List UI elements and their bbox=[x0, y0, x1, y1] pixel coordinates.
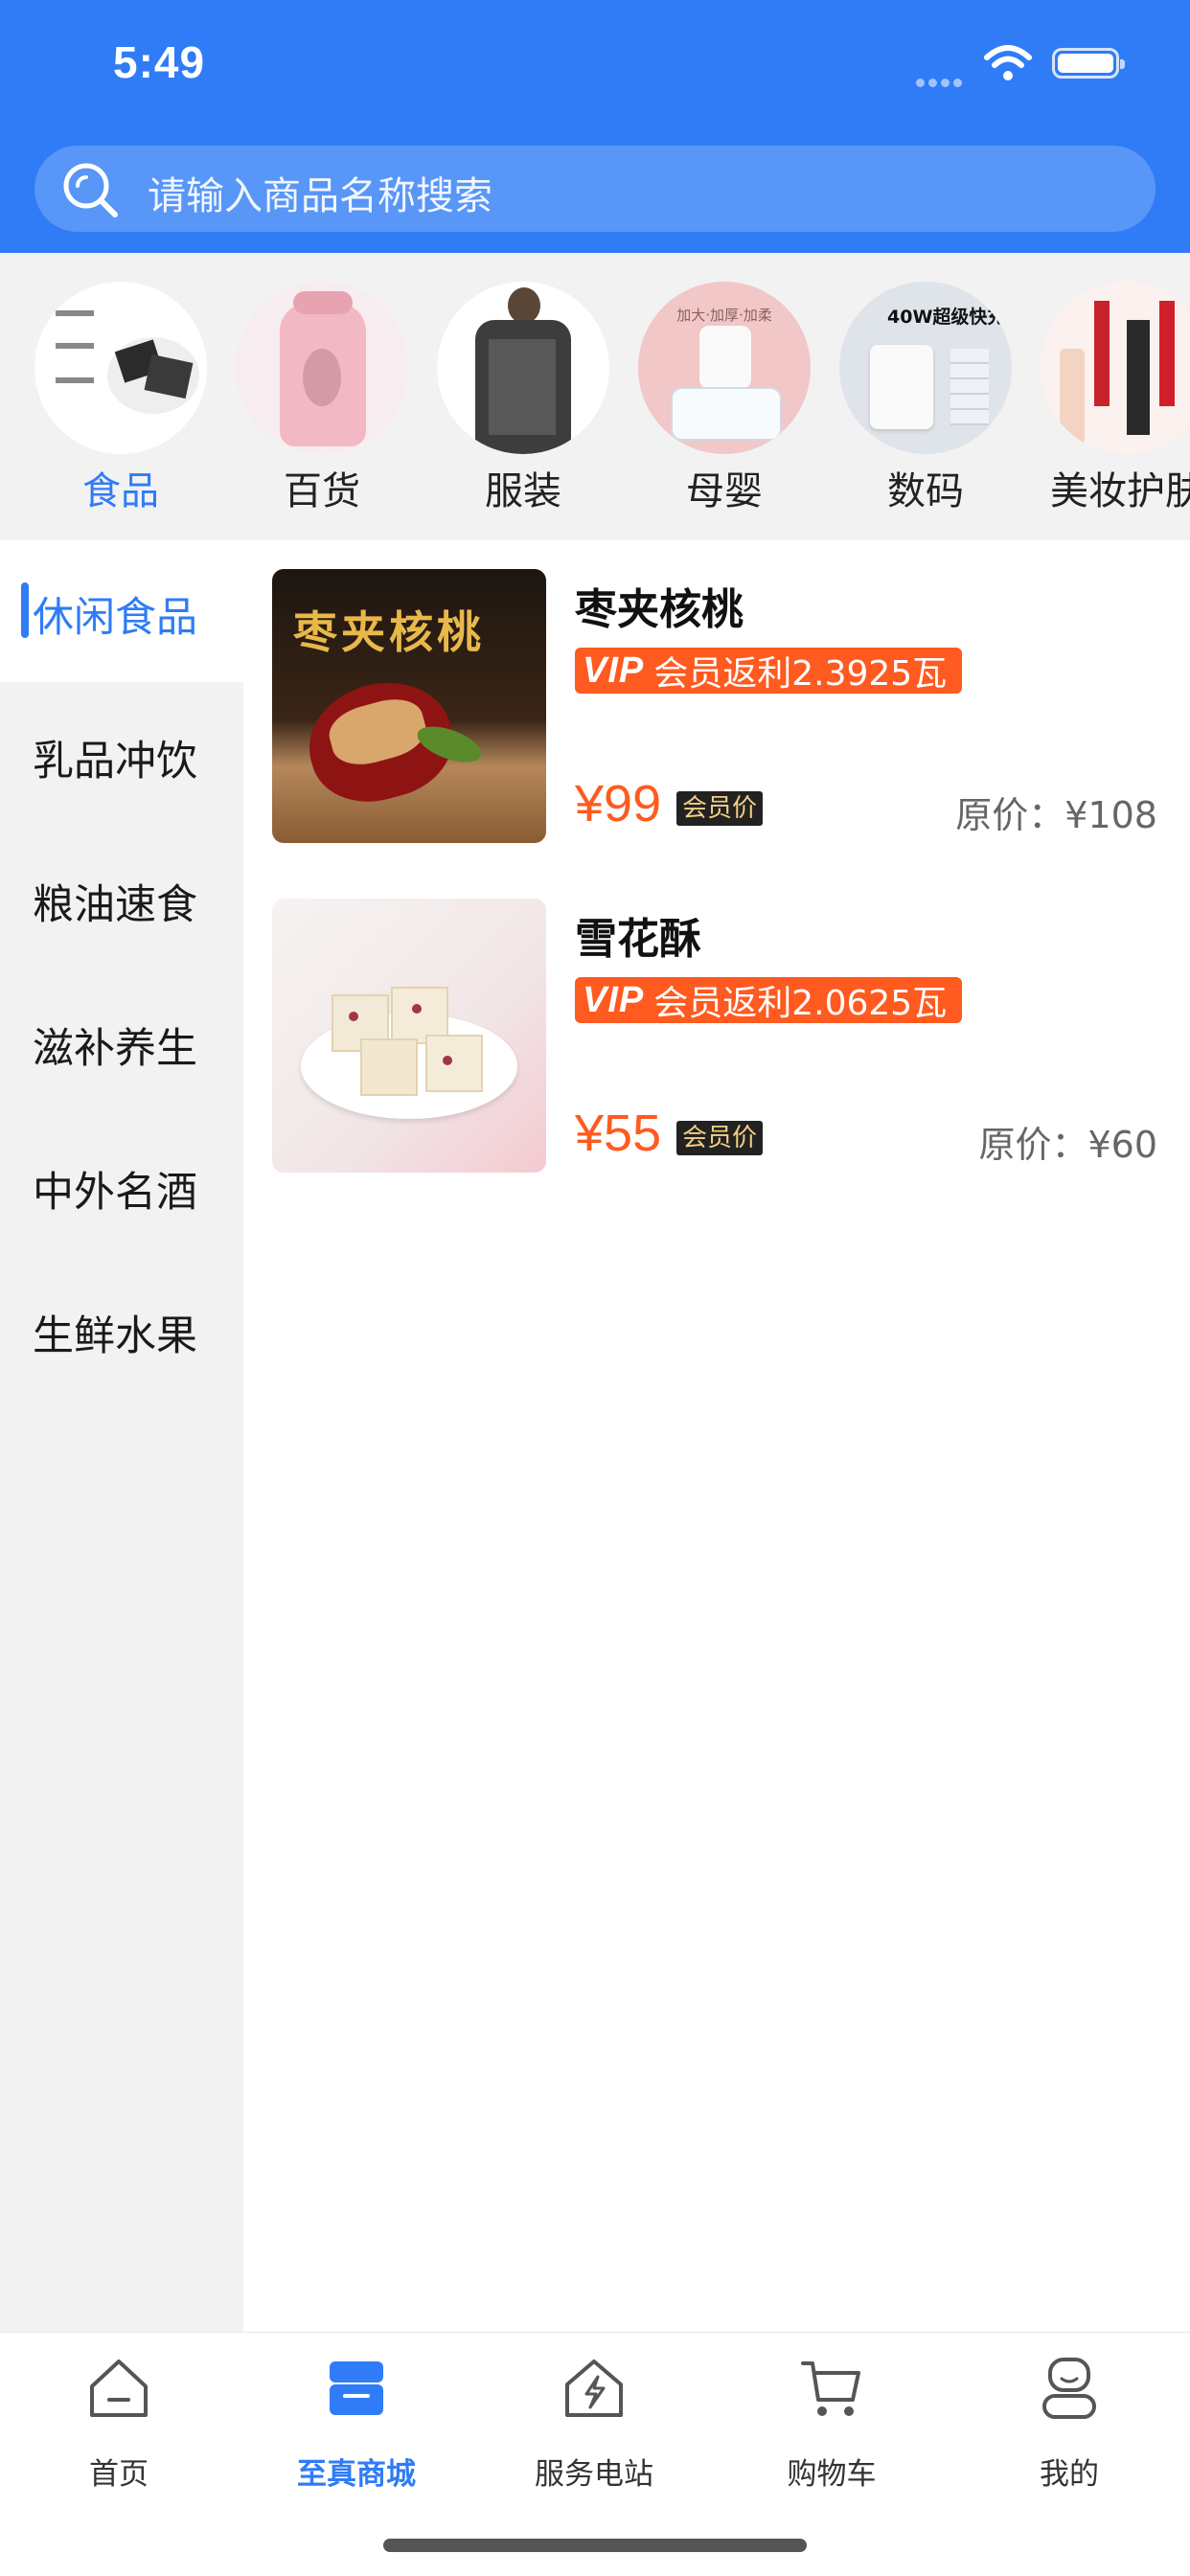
original-price: 原价：¥108 bbox=[955, 794, 1157, 836]
product-image[interactable]: 枣夹核桃 bbox=[272, 569, 546, 843]
member-price-tag: 会员价 bbox=[676, 1121, 764, 1155]
vip-label: VIP bbox=[583, 979, 645, 1020]
category-sidebar: 休闲食品 乳品冲饮 粮油速食 滋补养生 中外名酒 生鲜水果 bbox=[0, 540, 243, 2332]
home-icon bbox=[90, 2359, 148, 2417]
sidebar-item-label: 休闲食品 bbox=[33, 594, 197, 642]
tab-label: 至真商城 bbox=[297, 2457, 416, 2492]
wipes-image: 加大·加厚·加柔 bbox=[638, 282, 811, 454]
sidebar-item-label: 粮油速食 bbox=[33, 881, 197, 929]
vip-label: VIP bbox=[583, 650, 645, 691]
sidebar-item-label: 生鲜水果 bbox=[33, 1312, 197, 1360]
rebate-text: 会员返利2.0625瓦 bbox=[653, 984, 948, 1023]
category-label: 数码 bbox=[887, 469, 964, 513]
cart-icon bbox=[801, 2361, 860, 2416]
category-clothing[interactable]: 服装 bbox=[437, 282, 609, 515]
category-beauty[interactable]: 美妆护肤 bbox=[1041, 282, 1190, 515]
sidebar-item-label: 滋补养生 bbox=[33, 1025, 197, 1073]
power-station-icon bbox=[565, 2359, 623, 2417]
category-baby[interactable]: 加大·加厚·加柔 母婴 bbox=[638, 282, 811, 515]
sidebar-item-liquor[interactable]: 中外名酒 bbox=[0, 1115, 243, 1257]
product-card[interactable]: 枣夹核桃 枣夹核桃 VIP 会员返利2.3925瓦 ¥99 会员价 原价：¥10… bbox=[272, 569, 1163, 847]
product-image-text: 枣夹核桃 bbox=[293, 606, 485, 658]
category-strip[interactable]: 食品 百货 服装 加大·加厚·加柔 母婴 40W超级快充 数码 美妆护肤 bbox=[0, 253, 1190, 540]
home-indicator bbox=[383, 2539, 807, 2552]
category-label: 服装 bbox=[485, 469, 561, 513]
original-price: 原价：¥60 bbox=[978, 1124, 1157, 1166]
member-price: ¥99 bbox=[575, 775, 662, 832]
category-goods[interactable]: 百货 bbox=[236, 282, 408, 515]
search-input[interactable]: 请输入商品名称搜索 bbox=[148, 165, 492, 220]
product-card[interactable]: 雪花酥 VIP 会员返利2.0625瓦 ¥55 会员价 原价：¥60 bbox=[272, 899, 1163, 1176]
member-price-tag: 会员价 bbox=[676, 791, 764, 826]
vip-rebate-badge: VIP 会员返利2.3925瓦 bbox=[575, 648, 963, 694]
food-image bbox=[34, 282, 207, 454]
sidebar-item-label: 中外名酒 bbox=[33, 1169, 197, 1217]
rebate-text: 会员返利2.3925瓦 bbox=[653, 654, 948, 694]
active-indicator bbox=[21, 582, 29, 638]
category-label: 食品 bbox=[82, 469, 159, 513]
sidebar-item-fresh-fruit[interactable]: 生鲜水果 bbox=[0, 1259, 243, 1401]
charger-image: 40W超级快充 bbox=[839, 282, 1012, 454]
search-icon bbox=[63, 163, 118, 217]
category-label: 母婴 bbox=[686, 469, 763, 513]
sidebar-item-snacks[interactable]: 休闲食品 bbox=[0, 540, 243, 682]
product-image[interactable] bbox=[272, 899, 546, 1173]
status-time: 5:49 bbox=[113, 37, 206, 87]
tab-label: 首页 bbox=[89, 2457, 149, 2492]
tab-profile[interactable]: 我的 bbox=[950, 2333, 1188, 2505]
signal-icon bbox=[916, 73, 966, 91]
tab-label: 购物车 bbox=[787, 2457, 877, 2492]
profile-icon bbox=[1042, 2358, 1096, 2419]
sidebar-item-dairy[interactable]: 乳品冲饮 bbox=[0, 684, 243, 826]
vip-rebate-badge: VIP 会员返利2.0625瓦 bbox=[575, 977, 963, 1023]
wifi-icon bbox=[984, 45, 1032, 80]
tab-home[interactable]: 首页 bbox=[0, 2333, 238, 2505]
tab-power-station[interactable]: 服务电站 bbox=[475, 2333, 713, 2505]
tab-store[interactable]: 至真商城 bbox=[238, 2333, 475, 2505]
tab-label: 服务电站 bbox=[535, 2457, 653, 2492]
thermos-image bbox=[236, 282, 408, 454]
product-name[interactable]: 雪花酥 bbox=[575, 904, 701, 966]
sidebar-item-health[interactable]: 滋补养生 bbox=[0, 971, 243, 1113]
category-digital[interactable]: 40W超级快充 数码 bbox=[839, 282, 1012, 515]
product-name[interactable]: 枣夹核桃 bbox=[575, 575, 744, 636]
category-food[interactable]: 食品 bbox=[34, 282, 207, 515]
charger-image-text: 40W超级快充 bbox=[887, 307, 1006, 328]
sidebar-item-label: 乳品冲饮 bbox=[33, 738, 197, 786]
category-label: 百货 bbox=[284, 469, 360, 513]
battery-icon bbox=[1052, 48, 1125, 79]
sidebar-item-grain-oil[interactable]: 粮油速食 bbox=[0, 828, 243, 969]
tab-label: 我的 bbox=[1040, 2457, 1099, 2492]
wipes-image-text: 加大·加厚·加柔 bbox=[676, 307, 772, 324]
header: 5:49 请输入商品名称搜索 bbox=[0, 0, 1190, 253]
tab-cart[interactable]: 购物车 bbox=[713, 2333, 950, 2505]
store-icon bbox=[330, 2361, 383, 2415]
category-label: 美妆护肤 bbox=[1050, 469, 1190, 513]
coat-image bbox=[437, 282, 609, 454]
cosmetics-image bbox=[1041, 282, 1190, 454]
member-price: ¥55 bbox=[575, 1105, 662, 1162]
search-bar[interactable]: 请输入商品名称搜索 bbox=[34, 146, 1156, 232]
